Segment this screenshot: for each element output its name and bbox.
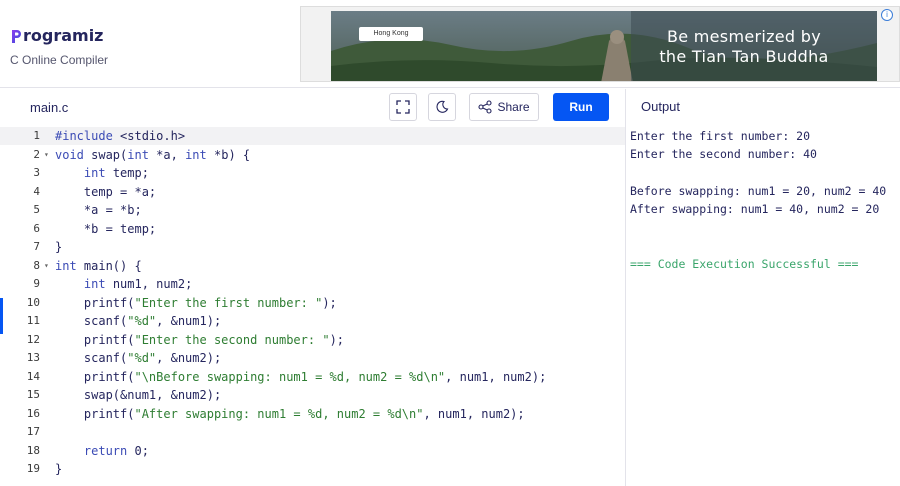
share-icon <box>478 100 493 114</box>
code-text: int temp; <box>83 166 149 180</box>
code-text: int num1, num2; <box>83 277 193 291</box>
code-text: } <box>55 240 63 254</box>
fullscreen-icon <box>396 100 410 114</box>
code-line[interactable]: 18 return 0; <box>0 442 625 460</box>
code-line[interactable]: 11 scanf("%d", &num1); <box>0 312 625 330</box>
fold-toggle-icon[interactable]: ▾ <box>44 257 49 275</box>
ad-headline-line2: the Tian Tan Buddha <box>659 47 829 66</box>
code-line[interactable]: 19} <box>0 460 625 478</box>
execution-status: === Code Execution Successful === <box>630 257 859 272</box>
share-label: Share <box>497 100 530 114</box>
output-line: Before swapping: num1 = 20, num2 = 40 <box>630 183 887 198</box>
code-text: #include <stdio.h> <box>55 129 186 143</box>
code-line[interactable]: 17 <box>0 423 625 441</box>
code-text: printf("\nBefore swapping: num1 = %d, nu… <box>55 369 547 384</box>
code-line[interactable]: 16 printf("After swapping: num1 = %d, nu… <box>0 405 625 423</box>
code-text: void swap(int *a, int *b) { <box>55 147 251 162</box>
code-editor[interactable]: 1 #include <stdio.h> 2 ▾ void swap(int *a, i… <box>0 126 625 486</box>
code-text: } <box>55 462 63 476</box>
moon-icon <box>436 100 449 113</box>
fullscreen-button[interactable] <box>389 93 417 121</box>
code-line[interactable]: 13 scanf("%d", &num2); <box>0 349 625 367</box>
line-number: 2 <box>33 147 40 161</box>
line-number: 18 <box>26 443 40 457</box>
code-text: temp = *a; <box>55 184 157 199</box>
code-line[interactable]: 6 *b = temp; <box>0 220 625 238</box>
code-line[interactable]: 4 temp = *a; <box>0 183 625 201</box>
ad-headline-line1: Be mesmerized by <box>666 27 822 46</box>
code-text: swap(&num1, &num2); <box>55 388 222 402</box>
pane-divider[interactable] <box>625 89 626 486</box>
code-line[interactable]: 2 ▾ void swap(int *a, int *b) { <box>0 146 625 164</box>
programiz-logo-icon <box>12 29 21 43</box>
header: rogramiz C Online Compiler Hong Kong Be … <box>0 0 900 88</box>
code-text: *b = temp; <box>55 221 157 236</box>
code-line[interactable]: 15 swap(&num1, &num2); <box>0 386 625 404</box>
code-text: *a = *b; <box>55 203 142 217</box>
line-number: 8 <box>33 258 40 272</box>
line-number: 15 <box>26 388 40 401</box>
advertisement-banner[interactable]: Hong Kong Be mesmerized by the Tian Tan … <box>300 6 900 82</box>
programiz-logo[interactable]: rogramiz <box>10 26 104 45</box>
line-number: 13 <box>26 351 40 364</box>
code-text: printf("Enter the first number: "); <box>55 295 337 310</box>
code-line[interactable]: 5 *a = *b; <box>0 201 625 219</box>
output-line: Enter the second number: 40 <box>630 147 817 162</box>
location-chip: Hong Kong <box>359 27 423 41</box>
line-number: 9 <box>33 277 40 290</box>
logo-text: rogramiz <box>23 26 104 45</box>
editor-toolbar: main.c Share Run <box>0 89 625 125</box>
code-text: int main() { <box>55 258 142 273</box>
code-line[interactable]: 3 int temp; <box>0 164 625 182</box>
code-line[interactable]: 8 ▾ int main() { <box>0 257 625 275</box>
line-number: 17 <box>26 425 40 438</box>
line-number: 4 <box>33 184 40 198</box>
info-icon[interactable]: i <box>881 9 893 21</box>
output-line: After swapping: num1 = 40, num2 = 20 <box>630 202 880 217</box>
run-button[interactable]: Run <box>553 93 609 121</box>
code-line[interactable]: 9 int num1, num2; <box>0 275 625 293</box>
compiler-subtitle: C Online Compiler <box>10 53 109 67</box>
code-text: scanf("%d", &num1); <box>55 314 222 328</box>
code-line[interactable]: 10 printf("Enter the first number: "); <box>0 294 625 312</box>
line-number: 3 <box>33 166 40 179</box>
ad-headline: Be mesmerized by the Tian Tan Buddha <box>629 27 859 67</box>
line-number: 14 <box>26 369 40 383</box>
code-text: printf("After swapping: num1 = %d, num2 … <box>55 406 525 421</box>
line-number: 5 <box>33 203 40 216</box>
code-text: scanf("%d", &num2); <box>55 351 222 365</box>
output-line: Enter the first number: 20 <box>630 129 811 143</box>
line-number: 1 <box>33 129 40 142</box>
line-number: 7 <box>33 240 40 253</box>
line-number: 10 <box>26 295 40 309</box>
line-number: 12 <box>26 332 40 346</box>
code-line[interactable]: 14 printf("\nBefore swapping: num1 = %d,… <box>0 368 625 386</box>
theme-toggle-button[interactable] <box>428 93 456 121</box>
scroll-marker <box>0 298 3 334</box>
line-number: 6 <box>33 221 40 235</box>
file-tab-main-c[interactable]: main.c <box>30 100 68 115</box>
code-line[interactable]: 12 printf("Enter the second number: "); <box>0 331 625 349</box>
output-title: Output <box>641 99 681 114</box>
code-text: return 0; <box>83 443 149 458</box>
share-button[interactable]: Share <box>469 93 539 121</box>
fold-toggle-icon[interactable]: ▾ <box>44 146 49 164</box>
code-line[interactable]: 1 #include <stdio.h> <box>0 127 625 145</box>
line-number: 11 <box>26 314 40 327</box>
line-number: 19 <box>26 462 40 475</box>
code-line[interactable]: 7} <box>0 238 625 256</box>
code-text: printf("Enter the second number: "); <box>55 332 345 347</box>
line-number: 16 <box>26 406 40 420</box>
